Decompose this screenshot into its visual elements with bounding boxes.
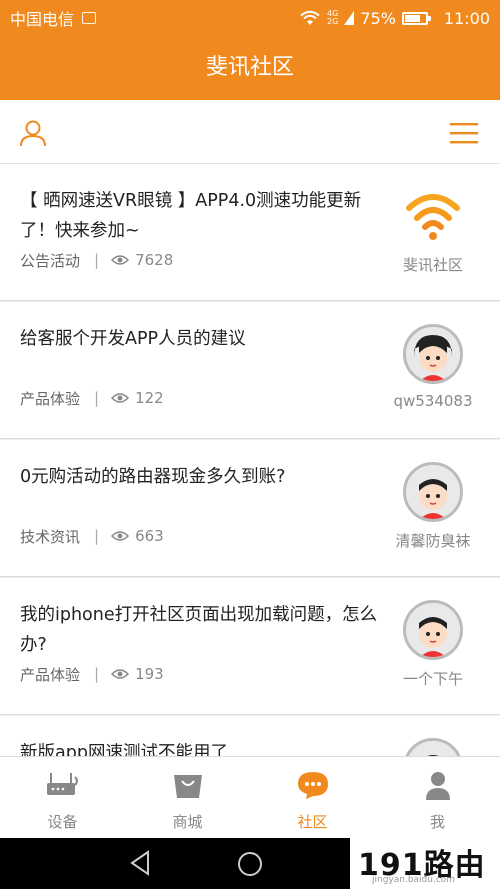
view-count: 193 bbox=[135, 665, 164, 683]
post-title: 新版app网速测试不能用了 bbox=[20, 743, 228, 756]
author-name: 清馨防臭袜 bbox=[395, 532, 471, 550]
tab-label: 社区 bbox=[297, 813, 328, 831]
battery-fill bbox=[404, 14, 420, 22]
view-count: 122 bbox=[135, 389, 164, 407]
post-item[interactable]: 【 晒网速送VR眼镜 】APP4.0测速功能更新了！快来参加~ 公告活动 | 7… bbox=[0, 164, 500, 301]
post-meta: 产品体验 | 193 bbox=[20, 664, 164, 684]
shopping-bag-icon bbox=[173, 775, 202, 798]
avatar bbox=[403, 600, 463, 660]
author-name: 斐讯社区 bbox=[402, 256, 463, 274]
watermark: 191路由网 jingyan.baidu.com bbox=[350, 838, 500, 889]
post-item[interactable]: 0元购活动的路由器现金多久到账? 技术资讯 | 663 清馨防臭袜 bbox=[0, 440, 500, 577]
post-item[interactable]: 给客服个开发APP人员的建议 产品体验 | 122 qw534083 bbox=[0, 302, 500, 439]
post-author[interactable]: 一个下午 bbox=[388, 600, 478, 689]
author-name: 一个下午 bbox=[402, 670, 463, 688]
post-list: 【 晒网速送VR眼镜 】APP4.0测速功能更新了！快来参加~ 公告活动 | 7… bbox=[0, 164, 500, 756]
post-item[interactable]: 新版app网速测试不能用了 bbox=[0, 716, 500, 756]
home-icon[interactable] bbox=[236, 850, 264, 878]
community-toolbar bbox=[0, 100, 500, 164]
post-author[interactable]: 清馨防臭袜 bbox=[388, 462, 478, 551]
network-2g: 2G bbox=[327, 17, 339, 26]
carrier-name: 中国电信 bbox=[10, 10, 75, 29]
post-meta: 产品体验 | 122 bbox=[20, 388, 164, 408]
post-category: 产品体验 bbox=[20, 665, 81, 684]
battery-percent: 75% bbox=[360, 8, 396, 28]
watermark-subtext: jingyan.baidu.com bbox=[372, 875, 456, 885]
router-icon bbox=[46, 773, 78, 795]
post-title: 【 晒网速送VR眼镜 】APP4.0测速功能更新了！快来参加~ bbox=[20, 191, 362, 241]
tab-shop[interactable]: 商城 bbox=[125, 757, 250, 838]
status-right: 4G 2G 75% 11:00 bbox=[299, 9, 490, 28]
clock: 11:00 bbox=[443, 8, 490, 28]
meta-divider: | bbox=[94, 527, 100, 545]
eye-icon bbox=[111, 255, 130, 265]
tab-label: 设备 bbox=[47, 813, 78, 831]
post-title: 给客服个开发APP人员的建议 bbox=[20, 329, 246, 349]
post-author[interactable]: qw534083 bbox=[388, 324, 478, 410]
post-author[interactable]: 斐讯社区 bbox=[388, 186, 478, 275]
meta-divider: | bbox=[94, 251, 100, 269]
author-name: qw534083 bbox=[393, 392, 473, 410]
post-title: 我的iphone打开社区页面出现加载问题，怎么办? bbox=[20, 605, 378, 655]
avatar bbox=[403, 324, 463, 384]
post-meta: 公告活动 | 7628 bbox=[20, 250, 173, 270]
eye-icon bbox=[111, 393, 130, 403]
post-category: 公告活动 bbox=[20, 251, 81, 270]
post-category: 产品体验 bbox=[20, 389, 81, 408]
chat-bubble-icon bbox=[297, 772, 328, 799]
post-title: 0元购活动的路由器现金多久到账? bbox=[20, 467, 286, 487]
bottom-tab-bar: 设备 商城 社区 我 bbox=[0, 756, 500, 838]
menu-icon[interactable] bbox=[450, 122, 478, 144]
meta-divider: | bbox=[94, 389, 100, 407]
person-icon bbox=[425, 772, 450, 800]
avatar bbox=[403, 462, 463, 522]
page-title: 斐讯社区 bbox=[0, 36, 500, 100]
user-icon[interactable] bbox=[18, 118, 48, 148]
back-icon[interactable] bbox=[128, 850, 152, 876]
battery-icon bbox=[401, 11, 431, 25]
view-count: 7628 bbox=[135, 251, 174, 269]
post-category: 技术资讯 bbox=[20, 527, 81, 546]
signal-icon bbox=[344, 11, 355, 25]
network-type: 4G 2G bbox=[327, 10, 338, 26]
tab-label: 我 bbox=[429, 813, 445, 831]
tab-community[interactable]: 社区 bbox=[250, 757, 375, 838]
post-meta: 技术资讯 | 663 bbox=[20, 526, 164, 546]
tab-label: 商城 bbox=[172, 813, 203, 831]
tab-me[interactable]: 我 bbox=[375, 757, 500, 838]
gallery-notification-icon bbox=[82, 12, 97, 24]
meta-divider: | bbox=[94, 665, 100, 683]
avatar bbox=[403, 738, 463, 756]
phicomm-wifi-logo-icon bbox=[403, 186, 463, 246]
wifi-icon bbox=[300, 10, 320, 25]
tab-devices[interactable]: 设备 bbox=[0, 757, 125, 838]
view-count: 663 bbox=[135, 527, 164, 545]
post-item[interactable]: 我的iphone打开社区页面出现加载问题，怎么办? 产品体验 | 193 一个下… bbox=[0, 578, 500, 715]
status-bar: 中国电信 4G 2G 75% 11:00 bbox=[0, 0, 500, 36]
eye-icon bbox=[111, 669, 130, 679]
eye-icon bbox=[111, 531, 130, 541]
post-author[interactable] bbox=[388, 738, 478, 756]
